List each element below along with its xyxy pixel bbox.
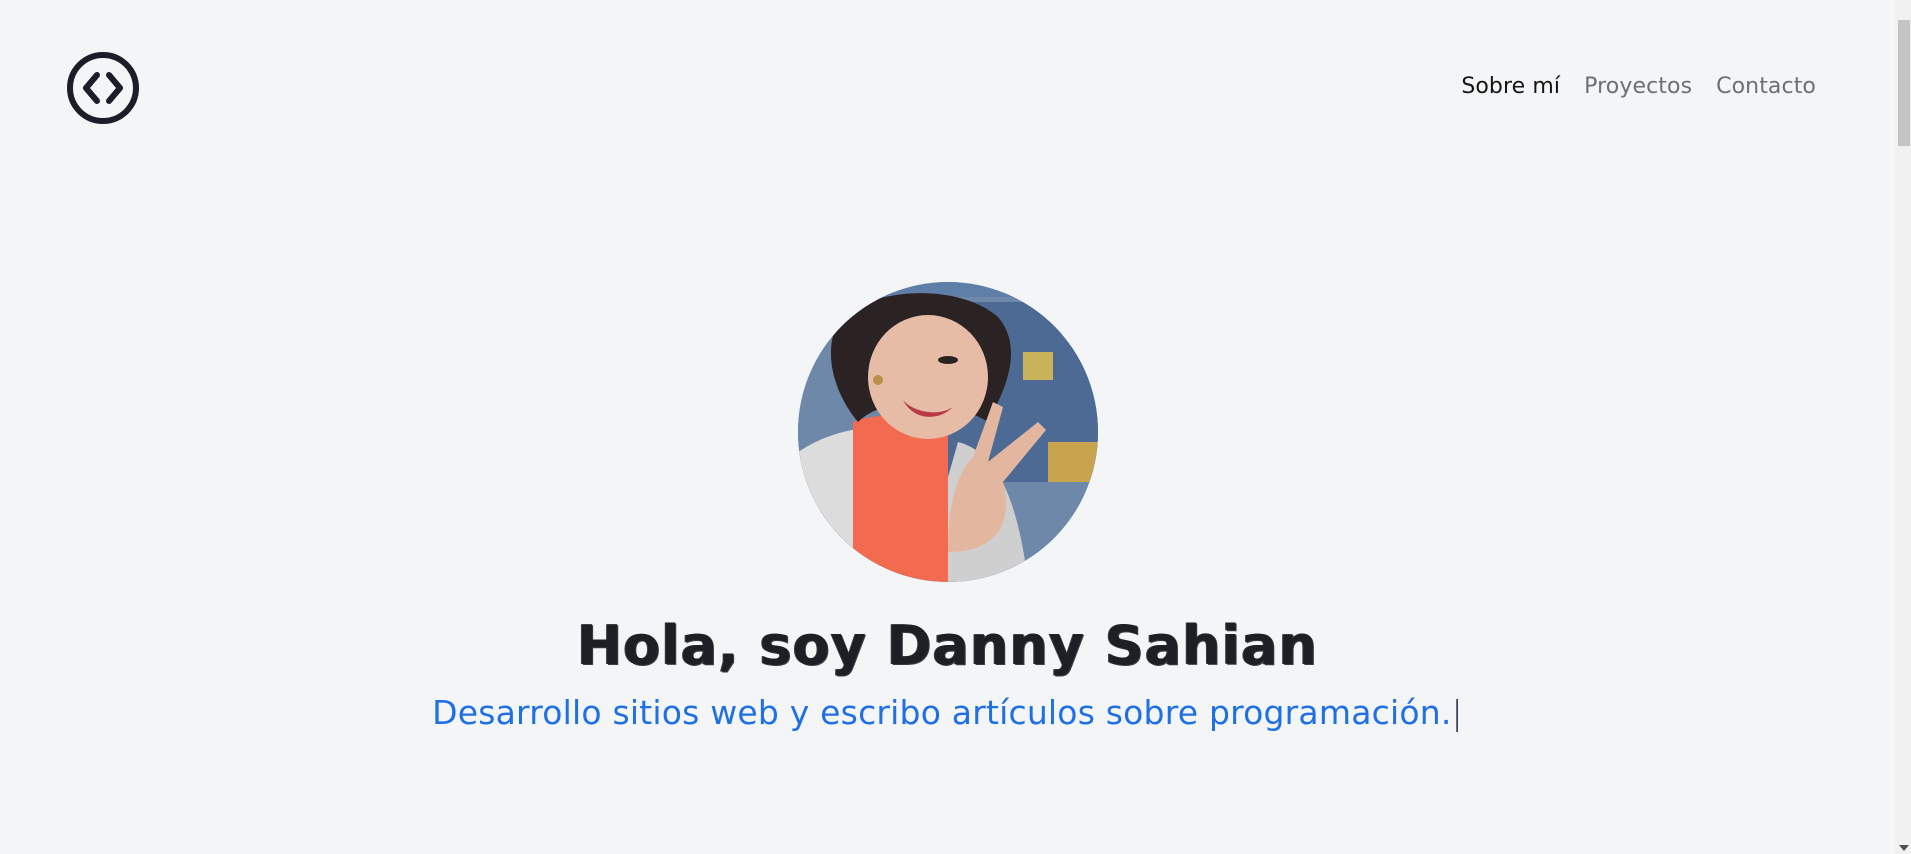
hero-section: Hola, soy Danny Sahian Desarrollo sitios…: [0, 282, 1895, 732]
scroll-down-arrow-icon[interactable]: [1899, 845, 1909, 851]
typing-cursor: |: [1451, 693, 1463, 733]
avatar: [797, 282, 1098, 582]
main-nav: Sobre mí Proyectos Contacto: [1461, 74, 1816, 99]
page: Sobre mí Proyectos Contacto Hola, soy Da…: [0, 0, 1911, 854]
hero-subtitle: Desarrollo sitios web y escribo artículo…: [432, 693, 1463, 732]
nav-item-sobre-mi[interactable]: Sobre mí: [1461, 74, 1560, 99]
site-header: Sobre mí Proyectos Contacto: [0, 0, 1895, 180]
scrollbar-thumb[interactable]: [1898, 20, 1910, 146]
logo-icon[interactable]: [66, 51, 140, 125]
hero-subtitle-text: Desarrollo sitios web y escribo artículo…: [432, 693, 1452, 733]
vertical-scrollbar[interactable]: [1895, 0, 1911, 854]
hero-title: Hola, soy Danny Sahian: [576, 614, 1319, 677]
nav-item-proyectos[interactable]: Proyectos: [1584, 74, 1692, 99]
nav-item-contacto[interactable]: Contacto: [1716, 74, 1816, 99]
